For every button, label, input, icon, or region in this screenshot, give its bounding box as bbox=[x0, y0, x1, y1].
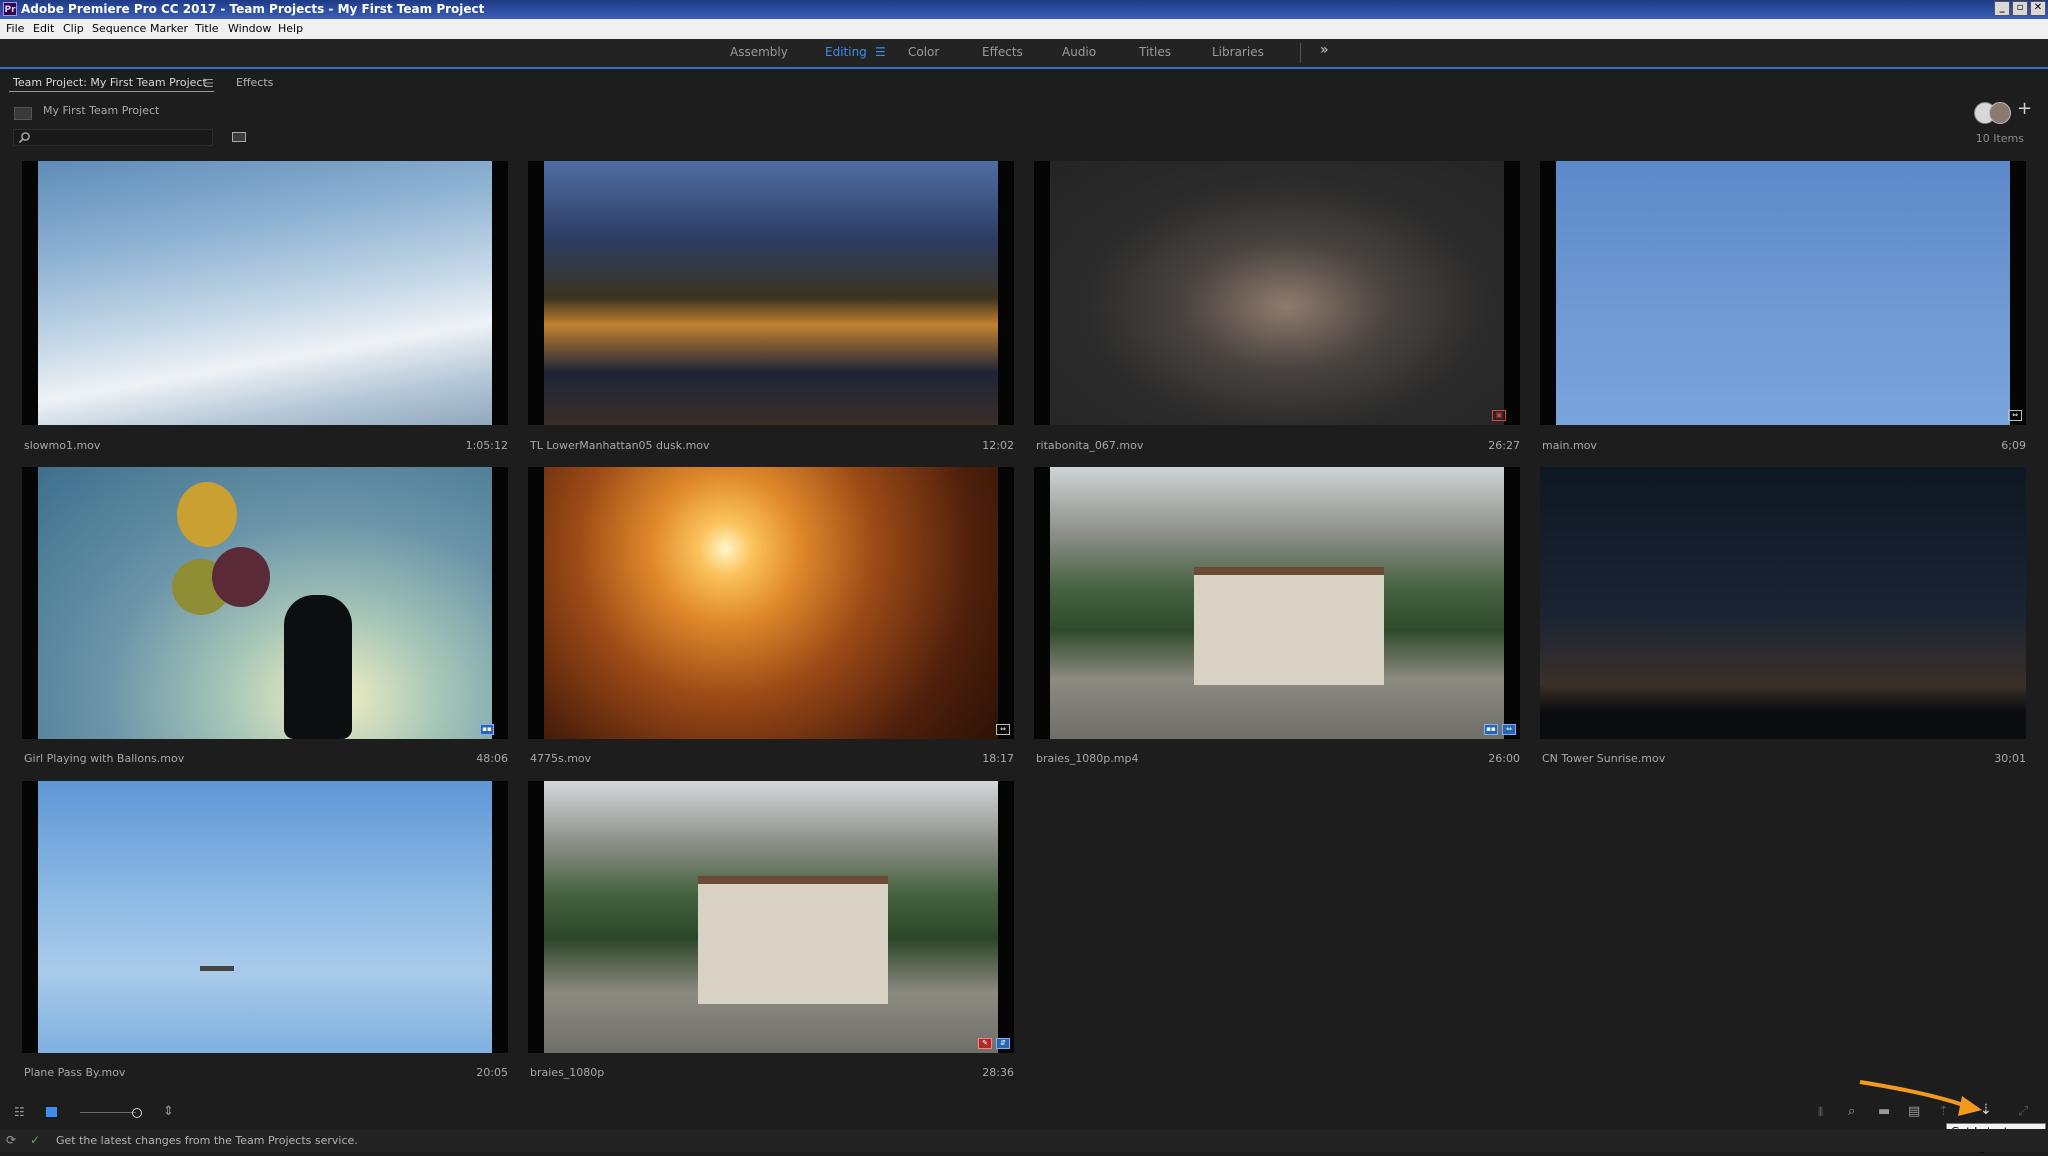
clip-name: CN Tower Sunrise.mov bbox=[1542, 752, 1666, 765]
sort-icon[interactable]: ⇕ bbox=[163, 1105, 174, 1118]
clip-duration: 6;09 bbox=[2001, 439, 2026, 452]
hotel-building bbox=[698, 876, 888, 1004]
clip-thumbnail[interactable] bbox=[22, 781, 508, 1053]
zoom-slider-handle[interactable] bbox=[132, 1108, 142, 1118]
sync-status-icon: ⟳ bbox=[6, 1133, 17, 1147]
resolve-conflicts-icon[interactable]: ⤢ bbox=[2018, 1105, 2028, 1118]
clip-duration: 20:05 bbox=[476, 1066, 508, 1079]
clip-card[interactable]: ⇔ main.mov 6;09 bbox=[1540, 161, 2028, 453]
clip-name: braies_1080p bbox=[530, 1066, 605, 1079]
balloon-yellow bbox=[177, 482, 237, 547]
clip-thumbnail[interactable]: ✎ ⇵ bbox=[528, 781, 1014, 1053]
clip-thumbnail[interactable]: ▣ bbox=[1034, 161, 1520, 425]
clip-duration: 12:02 bbox=[982, 439, 1014, 452]
clip-badge-multicam-icon: ⇔ bbox=[996, 724, 1010, 735]
clip-card[interactable]: ▪▪ ⇔ braies_1080p.mp4 26:00 bbox=[1034, 467, 1522, 769]
clip-duration: 48:06 bbox=[476, 752, 508, 765]
clip-badge-blue-icon: ▪▪ bbox=[1484, 724, 1498, 735]
clip-duration: 18:17 bbox=[982, 752, 1014, 765]
silhouette-girl bbox=[284, 595, 352, 739]
clip-grid: slowmo1.mov 1:05:12 TL LowerManhattan05 … bbox=[0, 0, 2048, 1152]
balloon-dark bbox=[212, 547, 270, 607]
clip-name: Girl Playing with Ballons.mov bbox=[24, 752, 185, 765]
clip-duration: 28:36 bbox=[982, 1066, 1014, 1079]
clip-name: main.mov bbox=[1542, 439, 1597, 452]
clip-card[interactable]: Plane Pass By.mov 20:05 bbox=[22, 781, 510, 1083]
clip-card[interactable]: ▪▪ Girl Playing with Ballons.mov 48:06 bbox=[22, 467, 510, 769]
clip-name: braies_1080p.mp4 bbox=[1036, 752, 1139, 765]
icon-view-icon[interactable] bbox=[46, 1107, 57, 1117]
clip-name: ritabonita_067.mov bbox=[1036, 439, 1144, 452]
clip-thumbnail[interactable] bbox=[1540, 467, 2026, 739]
clip-badge-multicam-icon: ⇔ bbox=[2008, 410, 2022, 421]
clip-card[interactable]: ▣ ritabonita_067.mov 26:27 bbox=[1034, 161, 1522, 453]
checkmark-icon: ✓ bbox=[30, 1133, 41, 1147]
clip-badge-blue-icon: ▪▪ bbox=[480, 724, 494, 735]
clip-card[interactable]: CN Tower Sunrise.mov 30;01 bbox=[1540, 467, 2028, 769]
status-bar: ⟳ ✓ Get the latest changes from the Team… bbox=[0, 1129, 2048, 1152]
clip-duration: 30;01 bbox=[1994, 752, 2026, 765]
zoom-slider-track[interactable] bbox=[80, 1112, 136, 1113]
status-message: Get the latest changes from the Team Pro… bbox=[56, 1134, 358, 1147]
clip-duration: 1:05:12 bbox=[465, 439, 508, 452]
annotation-arrow-icon bbox=[1859, 1080, 1982, 1116]
clip-badge-blue-icon: ⇵ bbox=[996, 1038, 1010, 1049]
clip-card[interactable]: ✎ ⇵ braies_1080p 28:36 bbox=[528, 781, 1016, 1083]
plane bbox=[200, 966, 234, 971]
find-icon[interactable]: ⌕ bbox=[1848, 1105, 1855, 1118]
clip-thumbnail[interactable]: ▪▪ ⇔ bbox=[1034, 467, 1520, 739]
clip-name: slowmo1.mov bbox=[24, 439, 101, 452]
clip-thumbnail[interactable]: ▪▪ bbox=[22, 467, 508, 739]
clip-thumbnail[interactable] bbox=[528, 161, 1014, 425]
clip-name: Plane Pass By.mov bbox=[24, 1066, 126, 1079]
clip-thumbnail[interactable]: ⇔ bbox=[528, 467, 1014, 739]
clip-card[interactable]: ⇔ 4775s.mov 18:17 bbox=[528, 467, 1016, 769]
clip-card[interactable]: slowmo1.mov 1:05:12 bbox=[22, 161, 510, 453]
clip-name: TL LowerManhattan05 dusk.mov bbox=[530, 439, 710, 452]
clip-badge-red-icon: ✎ bbox=[978, 1038, 992, 1049]
list-view-icon[interactable]: ☷ bbox=[14, 1106, 25, 1119]
clip-badge-red-icon: ▣ bbox=[1492, 410, 1506, 421]
clip-duration: 26:00 bbox=[1488, 752, 1520, 765]
clip-card[interactable]: TL LowerManhattan05 dusk.mov 12:02 bbox=[528, 161, 1016, 453]
clip-duration: 26:27 bbox=[1488, 439, 1520, 452]
project-panel-toolbar: ☷ ⇕ ⫴ ⌕ ▬ ▤ ⇡ ⇣ ⤢ bbox=[0, 1080, 2048, 1126]
hotel-building bbox=[1194, 567, 1384, 685]
clip-thumbnail[interactable]: ⇔ bbox=[1540, 161, 2026, 425]
clip-name: 4775s.mov bbox=[530, 752, 592, 765]
clip-badge-blue-icon: ⇔ bbox=[1502, 724, 1516, 735]
clip-thumbnail[interactable] bbox=[22, 161, 508, 425]
automate-to-sequence-icon[interactable]: ⫴ bbox=[1818, 1106, 1823, 1119]
